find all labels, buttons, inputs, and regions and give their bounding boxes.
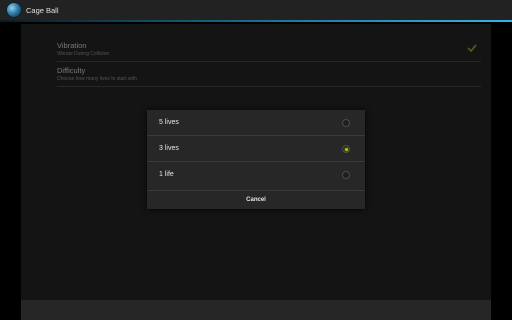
action-bar: Cage Ball: [0, 0, 512, 22]
pref-vibration[interactable]: Vibration Vibrate During Collision: [57, 38, 481, 62]
app-logo-icon: [7, 3, 21, 17]
option-3-lives[interactable]: 3 lives: [147, 136, 365, 162]
pref-vibration-summary: Vibrate During Collision: [57, 51, 110, 57]
cancel-button[interactable]: Cancel: [147, 190, 365, 209]
pref-difficulty[interactable]: Difficulty Choose how many lives to star…: [57, 63, 481, 87]
app-title: Cage Ball: [26, 6, 59, 15]
option-5-lives[interactable]: 5 lives: [147, 110, 365, 136]
radio-unchecked-icon[interactable]: [342, 171, 350, 179]
radio-unchecked-icon[interactable]: [342, 119, 350, 127]
checkmark-icon[interactable]: [467, 43, 477, 53]
pref-difficulty-title: Difficulty: [57, 66, 86, 75]
radio-checked-icon[interactable]: [342, 145, 350, 153]
difficulty-dialog: 5 lives 3 lives 1 life Cancel: [147, 110, 365, 209]
option-label: 1 life: [159, 171, 174, 178]
action-bar-divider: [0, 20, 512, 22]
option-label: 5 lives: [159, 119, 179, 126]
bottom-bar: [21, 300, 491, 320]
pref-vibration-title: Vibration: [57, 41, 87, 50]
option-label: 3 lives: [159, 145, 179, 152]
option-1-life[interactable]: 1 life: [147, 162, 365, 188]
pref-difficulty-summary: Choose how many lives to start with: [57, 76, 137, 82]
